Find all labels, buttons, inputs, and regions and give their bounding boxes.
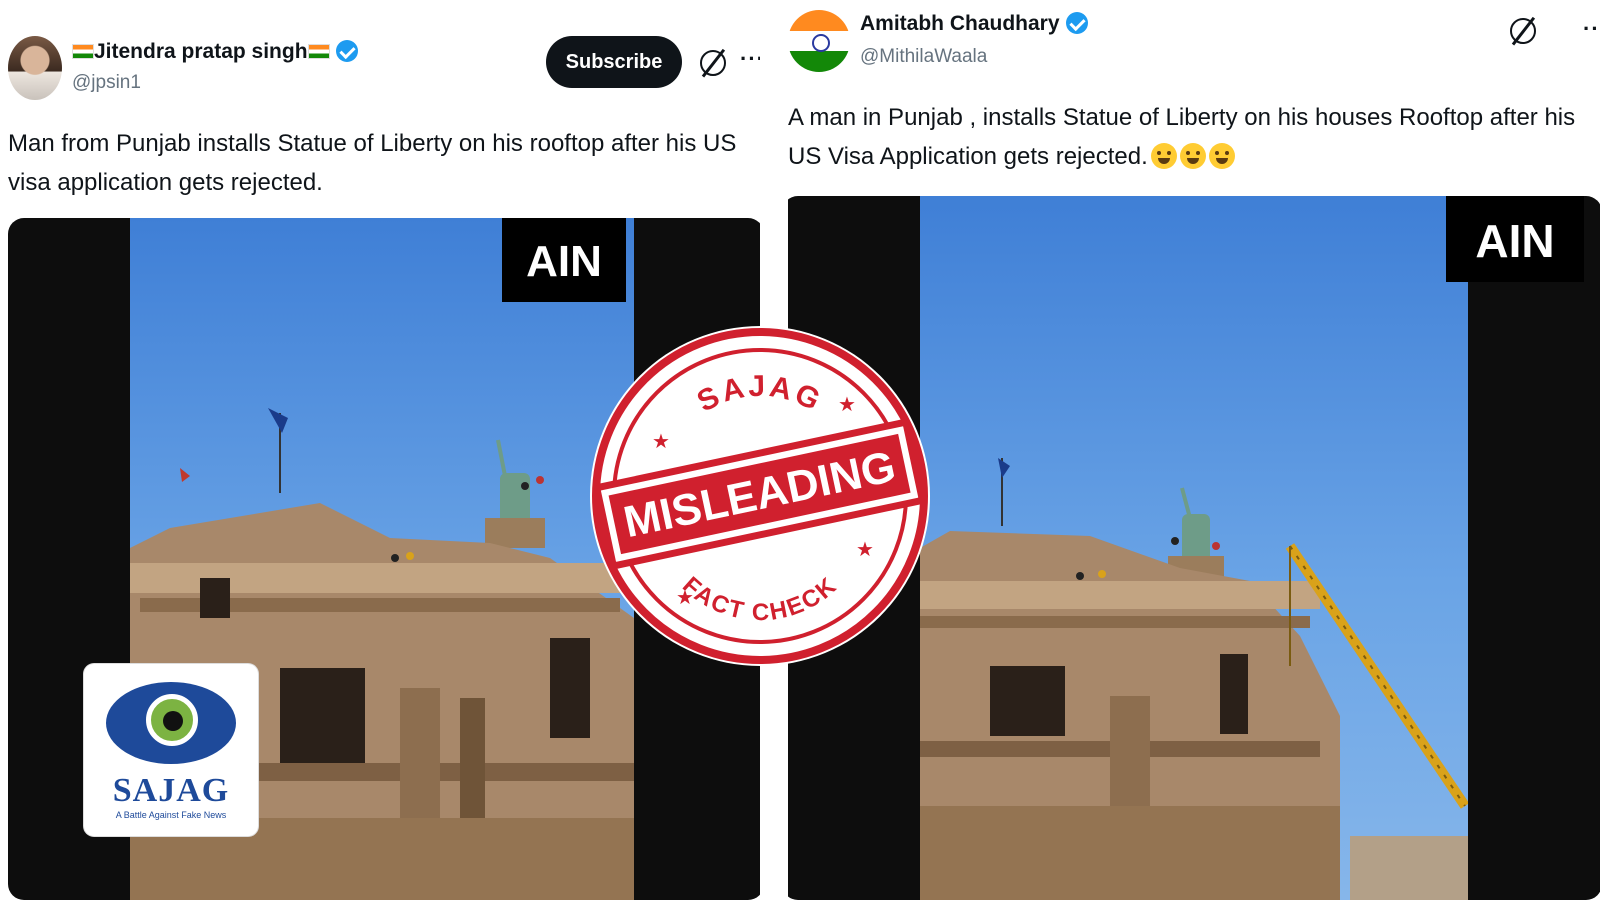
clown-face-icon	[1150, 143, 1177, 169]
left-tweet-text: Man from Punjab installs Statue of Liber…	[8, 130, 737, 196]
grok-icon[interactable]	[1510, 18, 1536, 44]
grok-icon[interactable]	[700, 50, 726, 76]
rooftop-statue-crane-scene	[920, 196, 1468, 900]
sajag-logo: SAJAG A Battle Against Fake News	[84, 664, 258, 836]
ain-watermark: AIN	[1446, 196, 1584, 282]
left-author-avatar[interactable]	[8, 36, 62, 100]
more-options-icon[interactable]: ···	[1583, 16, 1600, 42]
right-author-name[interactable]: Amitabh Chaudhary	[860, 12, 1088, 36]
left-author-name[interactable]: Jitendra pratap singh	[72, 40, 358, 64]
right-tweet-text: A man in Punjab , installs Statue of Lib…	[788, 98, 1598, 176]
subscribe-button[interactable]: Subscribe	[546, 36, 682, 88]
left-author-handle[interactable]: @jpsin1	[72, 72, 141, 94]
left-author-name-text: Jitendra pratap singh	[94, 40, 308, 63]
stamp-star-icon: ★	[676, 587, 694, 609]
ain-watermark: AIN	[502, 218, 626, 302]
stamp-star-icon: ★	[652, 431, 670, 453]
india-flag-icon	[72, 44, 94, 59]
logo-name: SAJAG	[112, 772, 230, 809]
right-author-name-text: Amitabh Chaudhary	[860, 12, 1060, 35]
stamp-graphic: SAJAG FACT CHECK MISLEADING ★ ★ ★ ★	[592, 328, 928, 664]
eye-pupil	[163, 711, 183, 731]
eye-iris	[146, 694, 198, 746]
eye-logo-icon	[106, 682, 236, 764]
logo-tagline: A Battle Against Fake News	[115, 810, 227, 820]
stamp-star-icon: ★	[856, 539, 874, 561]
verified-badge-icon	[1065, 12, 1088, 34]
misleading-fact-check-stamp: SAJAG FACT CHECK MISLEADING ★ ★ ★ ★	[590, 326, 930, 666]
right-building-illustration	[920, 458, 1468, 900]
tears-of-joy-icon	[1208, 143, 1235, 169]
india-flag-icon	[307, 44, 330, 59]
right-author-handle[interactable]: @MithilaWaala	[860, 46, 987, 68]
right-author-avatar[interactable]	[788, 10, 850, 72]
rolling-laughing-icon	[1179, 143, 1206, 169]
more-options-icon[interactable]: ···	[740, 46, 762, 72]
stamp-star-icon: ★	[838, 394, 856, 416]
verified-badge-icon	[335, 40, 358, 62]
